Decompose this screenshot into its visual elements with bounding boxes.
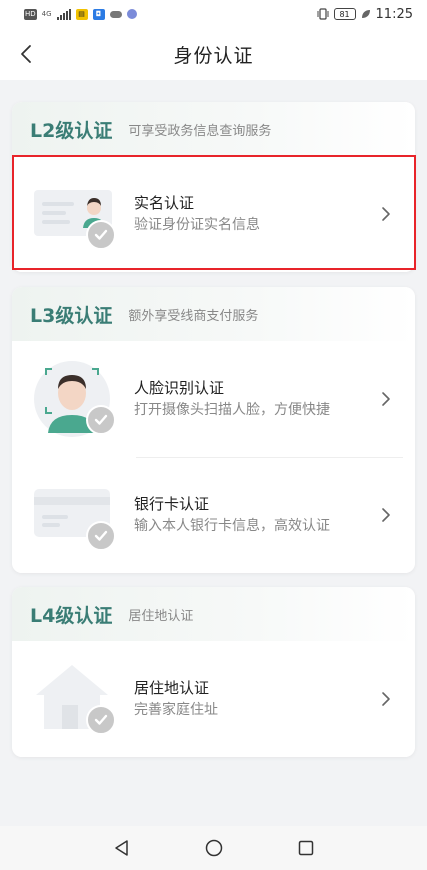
- id-card-illustration: [32, 174, 122, 254]
- vibrate-icon: [317, 8, 329, 20]
- network-type: 4G: [41, 9, 52, 18]
- section-header: L2级认证 可享受政务信息查询服务: [12, 102, 415, 156]
- section-desc: 可享受政务信息查询服务: [128, 123, 272, 139]
- chevron-right-icon: [377, 205, 395, 223]
- item-subtitle: 完善家庭住址: [134, 702, 218, 718]
- status-left: HD 4G ▤ ◘: [24, 8, 137, 20]
- shield-app-icon: ◘: [92, 8, 105, 20]
- section-desc: 额外享受线商支付服务: [128, 308, 259, 324]
- system-recents-button[interactable]: [295, 837, 317, 859]
- page-title: 身份认证: [173, 44, 254, 67]
- bank-card-illustration: [32, 475, 122, 555]
- list-item-face-recognition[interactable]: 人脸识别认证 打开摄像头扫描人脸，方便快捷: [12, 341, 415, 457]
- section-level: L4级认证: [30, 604, 113, 627]
- cloud-icon: [109, 10, 122, 18]
- app-notification-icon: ▤: [75, 8, 88, 20]
- face-scan-illustration: [32, 359, 122, 439]
- house-illustration: [32, 659, 122, 739]
- list-item-residence[interactable]: 居住地认证 完善家庭住址: [12, 641, 415, 757]
- section-level: L2级认证: [30, 119, 113, 142]
- item-subtitle: 打开摄像头扫描人脸，方便快捷: [134, 402, 330, 418]
- chevron-right-icon: [377, 390, 395, 408]
- item-subtitle: 验证身份证实名信息: [134, 217, 260, 233]
- hd-indicator: HD: [24, 8, 37, 20]
- system-home-button[interactable]: [203, 837, 225, 859]
- back-button[interactable]: [10, 38, 42, 70]
- status-right: 81 11:25: [317, 7, 413, 22]
- charging-leaf-icon: [361, 10, 370, 18]
- item-subtitle: 输入本人银行卡信息，高效认证: [134, 518, 330, 534]
- list-item-real-name[interactable]: 实名认证 验证身份证实名信息: [12, 156, 415, 272]
- app-badge-icon: [126, 9, 137, 19]
- chevron-left-icon: [21, 45, 31, 63]
- item-title: 居住地认证: [134, 679, 210, 697]
- check-icon: [86, 405, 116, 435]
- signal-icon: [56, 8, 71, 20]
- section-header: L4级认证 居住地认证: [12, 587, 415, 641]
- triangle-back-icon: [114, 840, 128, 856]
- check-icon: [86, 521, 116, 551]
- item-title: 银行卡认证: [134, 495, 210, 513]
- list-item-bank-card[interactable]: 银行卡认证 输入本人银行卡信息，高效认证: [12, 457, 415, 573]
- system-nav-bar: [0, 826, 427, 870]
- section-l4: L4级认证 居住地认证 居住地认证 完善家庭住址: [12, 587, 415, 757]
- nav-bar: 身份认证: [0, 28, 427, 80]
- battery-icon: 81: [333, 8, 356, 20]
- section-l2: L2级认证 可享受政务信息查询服务 实名认证 验证身份证实名信息: [12, 102, 415, 272]
- check-icon: [86, 220, 116, 250]
- section-l3: L3级认证 额外享受线商支付服务 人脸识别认证 打开摄像头扫描人脸，方便快捷 银…: [12, 287, 415, 573]
- section-desc: 居住地认证: [128, 608, 194, 624]
- battery-level: 81: [339, 9, 350, 19]
- system-back-button[interactable]: [111, 837, 133, 859]
- chevron-right-icon: [377, 506, 395, 524]
- section-header: L3级认证 额外享受线商支付服务: [12, 287, 415, 341]
- circle-home-icon: [205, 839, 222, 857]
- status-bar: HD 4G ▤ ◘ 81 11:25: [0, 0, 427, 28]
- section-level: L3级认证: [30, 304, 113, 327]
- clock: 11:25: [375, 6, 413, 22]
- item-title: 人脸识别认证: [134, 379, 225, 397]
- item-title: 实名认证: [134, 194, 195, 212]
- square-recents-icon: [298, 840, 313, 856]
- chevron-right-icon: [377, 690, 395, 708]
- check-icon: [86, 705, 116, 735]
